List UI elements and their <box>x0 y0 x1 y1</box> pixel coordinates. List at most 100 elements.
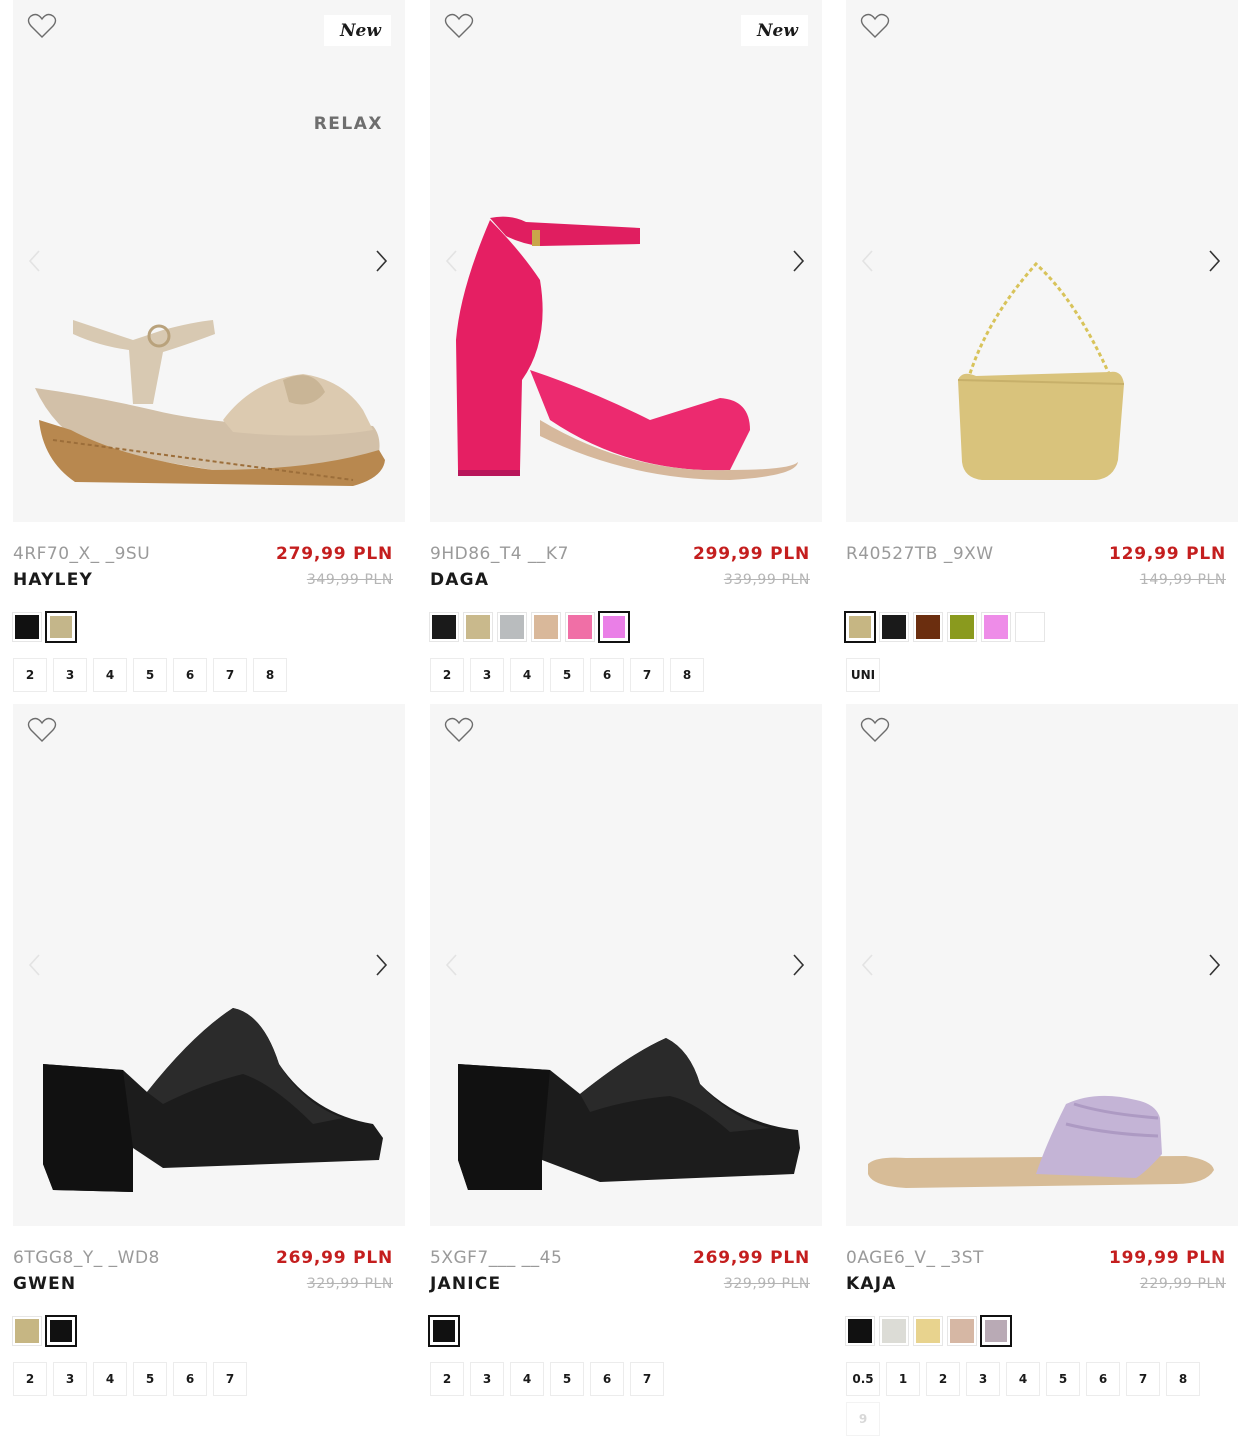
size-option[interactable]: 3 <box>53 658 87 692</box>
color-swatch[interactable] <box>880 1317 908 1345</box>
size-option[interactable]: 3 <box>470 1362 504 1396</box>
product-name[interactable]: KAJA <box>846 1274 897 1294</box>
size-option[interactable]: 4 <box>93 658 127 692</box>
chevron-right-icon[interactable] <box>786 246 810 276</box>
product-name[interactable]: HAYLEY <box>13 570 93 590</box>
color-swatch[interactable] <box>914 1317 942 1345</box>
color-swatch[interactable] <box>464 613 492 641</box>
size-option[interactable]: 2 <box>430 1362 464 1396</box>
size-option[interactable]: 8 <box>253 658 287 692</box>
size-option[interactable]: 7 <box>213 1362 247 1396</box>
chevron-left-icon[interactable] <box>23 246 47 276</box>
color-swatch[interactable] <box>948 613 976 641</box>
size-option[interactable]: 7 <box>630 1362 664 1396</box>
product-image-area[interactable] <box>13 704 405 1226</box>
size-option[interactable]: 2 <box>926 1362 960 1396</box>
size-option[interactable]: 6 <box>590 1362 624 1396</box>
product-image-area[interactable] <box>846 704 1238 1226</box>
size-option[interactable]: UNI <box>846 658 880 692</box>
product-image-area[interactable]: New <box>430 0 822 522</box>
wishlist-heart-icon[interactable] <box>27 716 57 744</box>
product-sku: 0AGE6_V_ _3ST <box>846 1248 984 1268</box>
product-card[interactable]: New 9HD86_T4 __K7 DAGA 299,99 PLN 339,99… <box>430 0 822 692</box>
color-swatch[interactable] <box>948 1317 976 1345</box>
chevron-right-icon[interactable] <box>369 950 393 980</box>
chevron-right-icon[interactable] <box>786 950 810 980</box>
chevron-right-icon[interactable] <box>369 246 393 276</box>
product-info: 5XGF7___ __45 JANICE 269,99 PLN 329,99 P… <box>430 1248 822 1308</box>
size-option[interactable]: 5 <box>550 658 584 692</box>
size-option[interactable]: 4 <box>1006 1362 1040 1396</box>
black-platform-mule-image <box>458 1038 800 1190</box>
size-option[interactable]: 2 <box>13 1362 47 1396</box>
size-option[interactable]: 3 <box>966 1362 1000 1396</box>
wishlist-heart-icon[interactable] <box>444 716 474 744</box>
chevron-left-icon[interactable] <box>856 246 880 276</box>
color-swatch[interactable] <box>566 613 594 641</box>
color-swatch[interactable] <box>47 613 75 641</box>
color-swatch[interactable] <box>430 1317 458 1345</box>
wishlist-heart-icon[interactable] <box>860 716 890 744</box>
size-option[interactable]: 8 <box>670 658 704 692</box>
size-option[interactable]: 2 <box>430 658 464 692</box>
color-swatch[interactable] <box>13 1317 41 1345</box>
product-card[interactable]: R40527TB _9XW 129,99 PLN 149,99 PLN UNI <box>846 0 1238 692</box>
size-option[interactable]: 8 <box>1166 1362 1200 1396</box>
size-option[interactable]: 5 <box>1046 1362 1080 1396</box>
product-card[interactable]: 0AGE6_V_ _3ST KAJA 199,99 PLN 229,99 PLN… <box>846 704 1238 1436</box>
color-swatch[interactable] <box>430 613 458 641</box>
size-option[interactable]: 1 <box>886 1362 920 1396</box>
size-option[interactable]: 5 <box>133 658 167 692</box>
size-option[interactable]: 7 <box>213 658 247 692</box>
color-swatch[interactable] <box>880 613 908 641</box>
size-option[interactable]: 4 <box>93 1362 127 1396</box>
size-option[interactable]: 9 <box>846 1402 880 1436</box>
size-option[interactable]: 4 <box>510 1362 544 1396</box>
size-option[interactable]: 6 <box>173 1362 207 1396</box>
product-image-area[interactable] <box>430 704 822 1226</box>
size-option[interactable]: 6 <box>173 658 207 692</box>
size-option[interactable]: 7 <box>630 658 664 692</box>
color-swatch[interactable] <box>47 1317 75 1345</box>
color-swatch[interactable] <box>13 613 41 641</box>
color-swatch[interactable] <box>846 1317 874 1345</box>
product-name[interactable]: GWEN <box>13 1274 76 1294</box>
color-swatch[interactable] <box>600 613 628 641</box>
chevron-right-icon[interactable] <box>1202 950 1226 980</box>
color-swatch[interactable] <box>846 613 874 641</box>
product-card[interactable]: 6TGG8_Y_ _WD8 GWEN 269,99 PLN 329,99 PLN… <box>13 704 405 1396</box>
size-option[interactable]: 0.5 <box>846 1362 880 1396</box>
product-name[interactable]: JANICE <box>430 1274 501 1294</box>
color-swatch[interactable] <box>1016 613 1044 641</box>
chevron-left-icon[interactable] <box>23 950 47 980</box>
chevron-left-icon[interactable] <box>856 950 880 980</box>
color-swatch[interactable] <box>498 613 526 641</box>
color-swatch[interactable] <box>532 613 560 641</box>
wishlist-heart-icon[interactable] <box>444 12 474 40</box>
chevron-right-icon[interactable] <box>1202 246 1226 276</box>
size-option[interactable]: 6 <box>1086 1362 1120 1396</box>
product-price: 269,99 PLN <box>275 1248 393 1268</box>
size-option[interactable]: 3 <box>470 658 504 692</box>
size-option[interactable]: 6 <box>590 658 624 692</box>
wishlist-heart-icon[interactable] <box>27 12 57 40</box>
color-swatch[interactable] <box>914 613 942 641</box>
product-image-area[interactable] <box>846 0 1238 522</box>
product-name[interactable]: DAGA <box>430 570 489 590</box>
size-option[interactable]: 5 <box>133 1362 167 1396</box>
color-swatch[interactable] <box>982 613 1010 641</box>
product-card[interactable]: New RELAX 4RF70_X_ _9SU HAYLEY 279,99 PL… <box>13 0 405 692</box>
size-option[interactable]: 7 <box>1126 1362 1160 1396</box>
wishlist-heart-icon[interactable] <box>860 12 890 40</box>
size-option[interactable]: 2 <box>13 658 47 692</box>
chevron-left-icon[interactable] <box>440 246 464 276</box>
chevron-left-icon[interactable] <box>440 950 464 980</box>
size-option[interactable]: 5 <box>550 1362 584 1396</box>
product-price: 299,99 PLN <box>692 544 810 564</box>
size-list: UNI <box>846 658 1238 692</box>
size-option[interactable]: 4 <box>510 658 544 692</box>
color-swatch[interactable] <box>982 1317 1010 1345</box>
product-image-area[interactable]: New RELAX <box>13 0 405 522</box>
product-card[interactable]: 5XGF7___ __45 JANICE 269,99 PLN 329,99 P… <box>430 704 822 1396</box>
size-option[interactable]: 3 <box>53 1362 87 1396</box>
